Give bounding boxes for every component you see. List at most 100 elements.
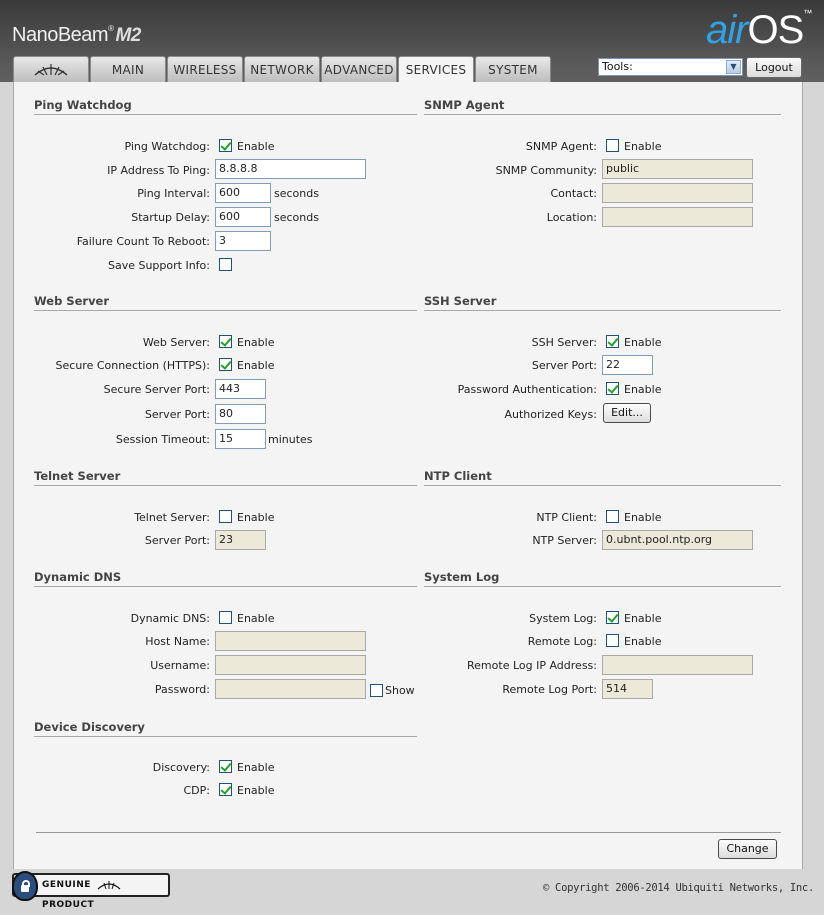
web-server-enable-text: Enable	[237, 336, 275, 349]
system-log-enable-text: Enable	[624, 612, 662, 625]
snmp-location-input[interactable]	[602, 207, 753, 227]
session-timeout-unit: minutes	[268, 433, 313, 446]
section-title-web-server: Web Server	[34, 294, 417, 311]
section-title-dynamic-dns: Dynamic DNS	[34, 570, 417, 587]
copyright-text: © Copyright 2006-2014 Ubiquiti Networks,…	[543, 882, 814, 894]
password-auth-label: Password Authentication:	[457, 383, 597, 396]
product-logo: NanoBeam® M2	[12, 24, 141, 47]
web-server-label: Web Server:	[142, 336, 210, 349]
web-server-port-label: Server Port:	[144, 408, 210, 421]
change-button[interactable]: Change	[718, 839, 777, 859]
section-title-ping-watchdog: Ping Watchdog	[34, 98, 417, 115]
brand-os: OS	[747, 8, 804, 52]
snmp-agent-enable-checkbox[interactable]	[606, 139, 619, 152]
remote-log-port-input[interactable]: 514	[602, 679, 653, 699]
authorized-keys-edit-button[interactable]: Edit...	[603, 403, 651, 423]
snmp-location-label: Location:	[546, 211, 597, 224]
secure-server-port-label: Secure Server Port:	[103, 383, 210, 396]
brand-trademark: ™	[803, 8, 812, 18]
telnet-server-label: Telnet Server:	[134, 511, 210, 524]
airos-logo: airOS™	[706, 8, 812, 53]
section-title-snmp-agent: SNMP Agent	[424, 98, 781, 115]
ddns-username-input[interactable]	[215, 655, 366, 675]
tab-main[interactable]: MAIN	[90, 56, 166, 82]
genuine-product-badge: GENUINE PRODUCT	[12, 871, 170, 910]
tools-select[interactable]: Tools: ▼	[598, 58, 743, 76]
product-model: M2	[115, 25, 141, 46]
ssh-port-input[interactable]: 22	[602, 355, 653, 375]
ping-watchdog-label: Ping Watchdog:	[124, 140, 210, 153]
snmp-contact-input[interactable]	[602, 183, 753, 203]
ubiquiti-badge-logo-icon	[97, 880, 120, 889]
telnet-server-enable-checkbox[interactable]	[219, 510, 232, 523]
ping-ip-label: IP Address To Ping:	[107, 164, 210, 177]
discovery-enable-checkbox[interactable]	[219, 760, 232, 773]
ssh-server-enable-checkbox[interactable]	[606, 335, 619, 348]
telnet-server-enable-text: Enable	[237, 511, 275, 524]
section-title-telnet-server: Telnet Server	[34, 469, 417, 486]
ping-interval-unit: seconds	[274, 187, 319, 200]
ntp-server-label: NTP Server:	[532, 534, 597, 547]
tab-services[interactable]: SERVICES	[398, 56, 474, 83]
password-auth-enable-checkbox[interactable]	[606, 382, 619, 395]
https-label: Secure Connection (HTTPS):	[55, 359, 210, 372]
ddns-show-password-checkbox[interactable]	[370, 684, 383, 697]
failure-count-input[interactable]: 3	[215, 231, 271, 251]
bottom-divider	[36, 832, 781, 833]
ping-interval-label: Ping Interval:	[137, 187, 210, 200]
ssh-server-label: SSH Server:	[531, 336, 597, 349]
logout-button[interactable]: Logout	[746, 57, 802, 78]
discovery-label: Discovery:	[152, 761, 210, 774]
brand-air: air	[706, 8, 748, 52]
password-auth-enable-text: Enable	[624, 383, 662, 396]
tab-network[interactable]: NETWORK	[244, 56, 320, 82]
remote-log-label: Remote Log:	[527, 635, 597, 648]
ddns-username-label: Username:	[150, 659, 210, 672]
tab-advanced[interactable]: ADVANCED	[321, 56, 397, 82]
https-enable-checkbox[interactable]	[219, 358, 232, 371]
section-title-ssh-server: SSH Server	[424, 294, 781, 311]
tab-ubiquiti-logo[interactable]	[13, 56, 89, 82]
telnet-port-label: Server Port:	[144, 534, 210, 547]
ddns-host-name-input[interactable]	[215, 631, 366, 651]
ping-watchdog-enable-checkbox[interactable]	[219, 139, 232, 152]
tab-wireless[interactable]: WIRELESS	[167, 56, 243, 82]
web-server-port-input[interactable]: 80	[215, 404, 266, 424]
ddns-password-label: Password:	[154, 683, 210, 696]
snmp-agent-enable-text: Enable	[624, 140, 662, 153]
ssh-port-label: Server Port:	[531, 359, 597, 372]
badge-product-text: PRODUCT	[42, 900, 95, 910]
chevron-down-icon[interactable]: ▼	[726, 60, 741, 74]
dynamic-dns-enable-checkbox[interactable]	[219, 611, 232, 624]
secure-server-port-input[interactable]: 443	[215, 379, 266, 399]
session-timeout-input[interactable]: 15	[215, 429, 266, 449]
section-title-device-discovery: Device Discovery	[34, 720, 417, 737]
ddns-password-input[interactable]	[215, 679, 366, 699]
remote-log-enable-checkbox[interactable]	[606, 634, 619, 647]
ntp-server-input[interactable]: 0.ubnt.pool.ntp.org	[602, 530, 753, 550]
save-support-info-checkbox[interactable]	[219, 258, 232, 271]
cdp-enable-checkbox[interactable]	[219, 783, 232, 796]
web-server-enable-checkbox[interactable]	[219, 335, 232, 348]
cdp-label: CDP:	[183, 784, 211, 797]
telnet-port-input[interactable]: 23	[215, 530, 266, 550]
tab-system[interactable]: SYSTEM	[475, 56, 551, 82]
remote-log-ip-label: Remote Log IP Address:	[467, 659, 597, 672]
ping-interval-input[interactable]: 600	[215, 183, 271, 203]
ssh-server-enable-text: Enable	[624, 336, 662, 349]
snmp-community-input[interactable]: public	[602, 159, 753, 179]
ntp-client-enable-checkbox[interactable]	[606, 510, 619, 523]
ddns-host-name-label: Host Name:	[145, 635, 210, 648]
badge-genuine-text: GENUINE	[42, 880, 91, 890]
ddns-show-password-text: Show	[385, 684, 415, 697]
product-name: NanoBeam	[12, 24, 109, 46]
failure-count-label: Failure Count To Reboot:	[76, 235, 210, 248]
cdp-enable-text: Enable	[237, 784, 275, 797]
ping-ip-input[interactable]: 8.8.8.8	[215, 159, 366, 179]
lock-icon	[12, 871, 38, 901]
remote-log-ip-input[interactable]	[602, 655, 753, 675]
section-title-ntp-client: NTP Client	[424, 469, 781, 486]
startup-delay-input[interactable]: 600	[215, 207, 271, 227]
session-timeout-label: Session Timeout:	[115, 433, 210, 446]
system-log-enable-checkbox[interactable]	[606, 611, 619, 624]
